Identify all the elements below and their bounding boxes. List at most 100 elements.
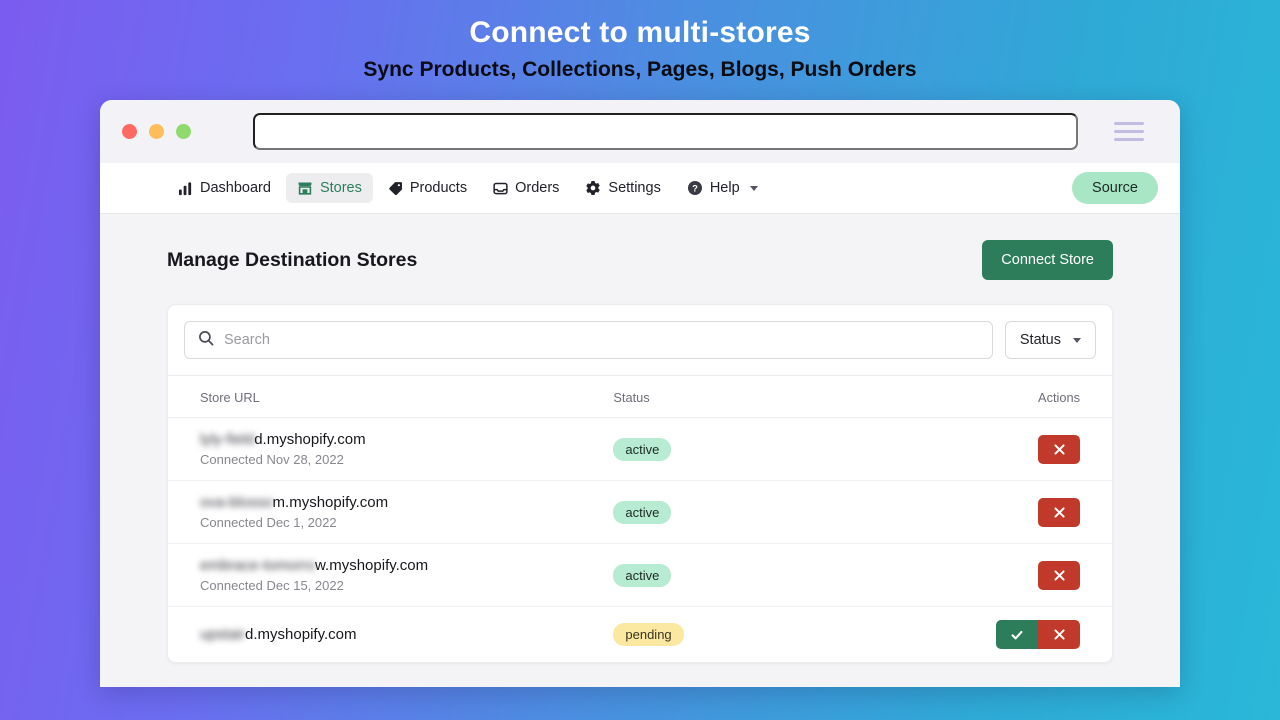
cell-status: active — [613, 543, 914, 607]
maximize-dot[interactable] — [176, 124, 191, 139]
store-url-hidden: lyly-field — [200, 431, 255, 448]
status-badge: active — [613, 563, 672, 587]
minimize-dot[interactable] — [149, 124, 164, 139]
cell-actions — [913, 417, 1112, 481]
chevron-down-icon — [749, 185, 758, 191]
cell-store-url: lyly-fieldd.myshopify.com Connected Nov … — [168, 417, 614, 481]
page-header: Manage Destination Stores Connect Store — [167, 240, 1113, 280]
browser-chrome-bar — [100, 100, 1180, 163]
store-url-visible: w.myshopify.com — [315, 557, 429, 574]
connected-date: Connected Nov 28, 2022 — [200, 452, 344, 467]
column-header-store-url: Store URL — [168, 376, 614, 418]
row-actions — [996, 620, 1080, 649]
cell-store-url: ova-blossom.myshopify.com Connected Dec … — [168, 480, 614, 544]
store-url-hidden: embrace-tomorro — [200, 557, 316, 574]
nav-item-settings[interactable]: Settings — [574, 173, 671, 203]
promo-header: Connect to multi-stores Sync Products, C… — [0, 0, 1280, 83]
nav-item-label: Dashboard — [200, 180, 271, 196]
connected-date: Connected Dec 15, 2022 — [200, 578, 344, 593]
promo-subtitle: Sync Products, Collections, Pages, Blogs… — [363, 57, 917, 81]
delete-store-button[interactable] — [1038, 560, 1080, 590]
nav-item-stores[interactable]: Stores — [285, 173, 373, 203]
traffic-lights — [122, 124, 191, 139]
cell-status: active — [613, 480, 914, 544]
status-badge: pending — [613, 623, 684, 646]
stores-card: Status Store URL Status Actions lyly-fie… — [167, 304, 1113, 663]
row-actions — [1038, 560, 1080, 590]
store-url-visible: m.myshopify.com — [272, 494, 389, 511]
search-input[interactable] — [224, 332, 979, 348]
cell-actions — [913, 480, 1112, 544]
store-url: ova-blossom.myshopify.com — [200, 494, 613, 511]
table-header-row: Store URL Status Actions — [168, 376, 1112, 418]
close-icon — [1053, 569, 1066, 582]
store-url-visible: d.myshopify.com — [245, 626, 357, 643]
nav-item-dashboard[interactable]: Dashboard — [167, 173, 282, 203]
store-url: lyly-fieldd.myshopify.com — [200, 431, 613, 448]
nav-item-label: Stores — [319, 180, 362, 196]
table-row: upstaird.myshopify.com pending — [168, 607, 1112, 663]
row-actions — [1038, 434, 1080, 464]
bar-chart-icon — [178, 181, 193, 196]
status-badge: active — [613, 437, 672, 461]
store-url-hidden: upstair — [200, 626, 246, 643]
nav-items: Dashboard Stores Products Orders Setting… — [167, 173, 769, 203]
nav-item-help[interactable]: ? Help — [676, 173, 769, 203]
cell-store-url: upstaird.myshopify.com — [168, 607, 613, 663]
nav-item-label: Settings — [608, 180, 661, 196]
close-icon — [1053, 628, 1066, 641]
nav-item-label: Help — [709, 180, 740, 196]
store-url: embrace-tomorrow.myshopify.com — [200, 557, 613, 574]
cell-status: active — [613, 417, 914, 481]
browser-window: Dashboard Stores Products Orders Setting… — [100, 100, 1180, 687]
inbox-icon — [493, 181, 508, 196]
status-filter-label: Status — [1019, 332, 1061, 348]
promo-title: Connect to multi-stores — [469, 16, 811, 49]
table-row: ova-blossom.myshopify.com Connected Dec … — [168, 480, 1112, 544]
store-url-hidden: ova-blosso — [200, 494, 273, 511]
address-bar-input[interactable] — [253, 113, 1078, 150]
hamburger-icon[interactable] — [1114, 122, 1144, 141]
connect-store-button[interactable]: Connect Store — [982, 240, 1113, 280]
approve-store-button[interactable] — [996, 620, 1038, 649]
search-icon — [198, 330, 214, 351]
question-circle-icon: ? — [687, 180, 703, 196]
nav-item-orders[interactable]: Orders — [482, 173, 570, 203]
store-icon — [297, 180, 313, 196]
check-icon — [1010, 628, 1024, 642]
column-header-actions: Actions — [913, 376, 1112, 418]
cell-actions — [913, 543, 1112, 607]
source-badge[interactable]: Source — [1072, 172, 1158, 204]
cell-store-url: embrace-tomorrow.myshopify.com Connected… — [168, 543, 614, 607]
chevron-down-icon — [1073, 337, 1081, 343]
nav-item-products[interactable]: Products — [377, 173, 478, 203]
store-url: upstaird.myshopify.com — [200, 626, 613, 643]
svg-text:?: ? — [692, 184, 698, 195]
column-header-status: Status — [613, 376, 914, 418]
delete-store-button[interactable] — [1038, 434, 1080, 464]
tag-icon — [388, 181, 403, 196]
search-box[interactable] — [184, 321, 993, 359]
table-row: embrace-tomorrow.myshopify.com Connected… — [168, 543, 1112, 607]
status-filter-dropdown[interactable]: Status — [1004, 321, 1096, 359]
connected-date: Connected Dec 1, 2022 — [200, 515, 337, 530]
table-row: lyly-fieldd.myshopify.com Connected Nov … — [168, 417, 1112, 481]
row-actions — [1038, 497, 1080, 527]
nav-item-label: Products — [409, 180, 468, 196]
card-toolbar: Status — [168, 305, 1112, 376]
page-content: Manage Destination Stores Connect Store … — [100, 214, 1180, 663]
status-badge: active — [613, 500, 672, 524]
delete-store-button[interactable] — [1038, 497, 1080, 527]
delete-store-button[interactable] — [1038, 620, 1080, 649]
close-icon — [1053, 506, 1066, 519]
stores-table: Store URL Status Actions lyly-fieldd.mys… — [168, 376, 1112, 662]
app-navbar: Dashboard Stores Products Orders Setting… — [100, 163, 1180, 214]
cell-status: pending — [613, 607, 913, 663]
nav-item-label: Orders — [515, 180, 560, 196]
gear-icon — [585, 180, 601, 196]
cell-actions — [913, 607, 1112, 663]
store-url-visible: d.myshopify.com — [254, 431, 366, 448]
close-icon — [1053, 443, 1066, 456]
close-dot[interactable] — [122, 124, 137, 139]
page-title: Manage Destination Stores — [167, 248, 418, 271]
